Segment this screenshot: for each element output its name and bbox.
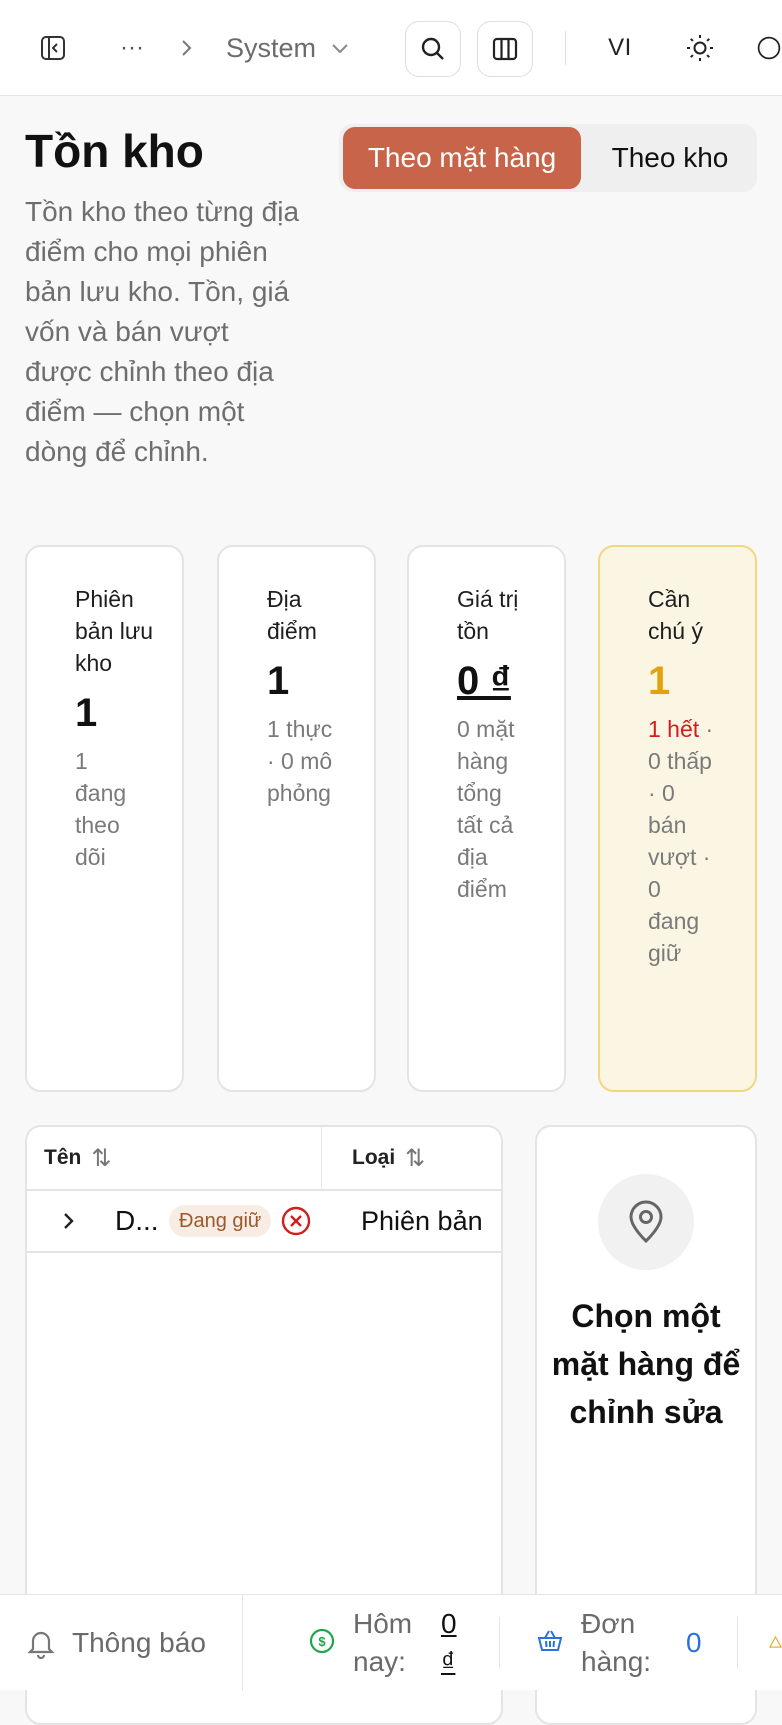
out-of-stock-count: 1 hết bbox=[648, 716, 700, 742]
theme-toggle-button[interactable] bbox=[676, 24, 724, 72]
stat-subtext: 1 thực · 0 mô phỏng bbox=[267, 716, 333, 806]
columns-icon bbox=[492, 37, 518, 61]
stat-card-locations[interactable]: Địa điểm 1 1 thực · 0 mô phỏng bbox=[217, 545, 376, 1092]
stat-label: Cần chú ý bbox=[648, 586, 703, 644]
column-divider[interactable] bbox=[321, 1127, 322, 1189]
column-label: Loại bbox=[352, 1146, 396, 1169]
more-icon: ··· bbox=[120, 34, 144, 61]
language-button[interactable]: VI bbox=[596, 24, 644, 72]
table-header: Tên ⇅ Loại ⇅ bbox=[27, 1127, 501, 1191]
notifications-label: Thông báo bbox=[72, 1627, 206, 1658]
stat-value: 1 bbox=[648, 659, 671, 703]
table-row[interactable]: D... Đang giữ Phiên bản bbox=[27, 1191, 501, 1253]
user-menu-button[interactable] bbox=[756, 24, 782, 72]
stat-label: Phiên bản lưu kho bbox=[75, 586, 154, 676]
svg-text:$: $ bbox=[318, 1634, 326, 1649]
breadcrumb-more[interactable]: ··· bbox=[112, 28, 152, 68]
status-badge: Đang giữ bbox=[169, 1205, 272, 1237]
page-description: Tồn kho theo từng địa điểm cho mọi phiên… bbox=[25, 196, 300, 467]
column-header-name[interactable]: Tên ⇅ bbox=[44, 1127, 111, 1189]
divider bbox=[242, 1595, 243, 1691]
orders-label: Đơn hàng: bbox=[581, 1608, 652, 1677]
page-title: Tồn kho bbox=[25, 125, 204, 177]
breadcrumb-label: System bbox=[226, 32, 317, 63]
columns-button[interactable] bbox=[477, 21, 533, 77]
stat-value: 0 ₫ bbox=[457, 659, 511, 703]
column-header-type[interactable]: Loại ⇅ bbox=[352, 1127, 425, 1189]
badge-label: Đang giữ bbox=[169, 1205, 272, 1237]
revenue-icon: $ bbox=[309, 1628, 335, 1654]
stat-label: Địa điểm bbox=[267, 586, 317, 644]
search-button[interactable] bbox=[405, 21, 461, 77]
item-name: D... bbox=[115, 1205, 159, 1236]
expand-row-button[interactable] bbox=[61, 1191, 77, 1251]
user-icon bbox=[757, 36, 781, 60]
empty-state-message: Chọn một mặt hàng để chỉnh sửa bbox=[551, 1298, 741, 1430]
stat-card-attention[interactable]: Cần chú ý 1 1 hết · 0 thấp · 0 bán vượt … bbox=[598, 545, 757, 1092]
status-bar: Thông báo $ Hôm nay: 0 ₫ Đơn hàng: 0 bbox=[0, 1594, 782, 1691]
breadcrumb-system[interactable]: System bbox=[226, 24, 350, 72]
stat-subtext: 1 đang theo dõi bbox=[75, 748, 127, 870]
chevron-right-icon bbox=[64, 1213, 74, 1229]
stat-label: Giá trị tồn bbox=[457, 586, 519, 644]
chevron-right-icon bbox=[172, 28, 200, 68]
stat-card-stock-value[interactable]: Giá trị tồn 0 ₫ 0 mặt hàng tổng tất cả đ… bbox=[407, 545, 566, 1092]
attention-details: · 0 thấp · 0 bán vượt · 0 đang giữ bbox=[648, 716, 714, 966]
sun-icon bbox=[687, 35, 713, 61]
divider bbox=[737, 1617, 738, 1669]
divider bbox=[565, 31, 566, 65]
stat-value: 1 bbox=[267, 659, 290, 703]
stat-card-variants[interactable]: Phiên bản lưu kho 1 1 đang theo dõi bbox=[25, 545, 184, 1092]
chevron-down-icon bbox=[330, 41, 350, 55]
view-by-item-button[interactable]: Theo mặt hàng bbox=[343, 127, 581, 189]
view-by-warehouse-button[interactable]: Theo kho bbox=[587, 127, 753, 189]
warning-icon bbox=[769, 1627, 782, 1657]
stat-subtext: 0 mặt hàng tổng tất cả địa điểm bbox=[457, 716, 515, 902]
map-pin-icon bbox=[598, 1174, 694, 1270]
today-label: Hôm nay: bbox=[353, 1608, 413, 1677]
search-icon bbox=[421, 37, 444, 60]
view-toggle: Theo mặt hàng Theo kho bbox=[339, 124, 757, 192]
out-of-stock-icon bbox=[280, 1205, 312, 1237]
orders-value[interactable]: 0 bbox=[686, 1595, 702, 1691]
item-type: Phiên bản bbox=[361, 1205, 483, 1236]
divider bbox=[499, 1617, 500, 1669]
bell-icon bbox=[27, 1631, 55, 1659]
basket-icon bbox=[537, 1629, 563, 1653]
notifications-button[interactable]: Thông báo bbox=[26, 1595, 206, 1691]
toggle-sidebar-icon[interactable] bbox=[30, 28, 76, 68]
sort-icon: ⇅ bbox=[91, 1144, 112, 1172]
column-label: Tên bbox=[44, 1146, 82, 1169]
today-value: 0 ₫ bbox=[441, 1608, 457, 1677]
top-bar: ··· System VI bbox=[0, 0, 782, 96]
stat-subtext: 1 hết · 0 thấp · 0 bán vượt · 0 đang giữ bbox=[648, 713, 716, 969]
stat-value: 1 bbox=[75, 691, 98, 735]
language-label: VI bbox=[608, 34, 632, 61]
sort-icon: ⇅ bbox=[405, 1144, 426, 1172]
